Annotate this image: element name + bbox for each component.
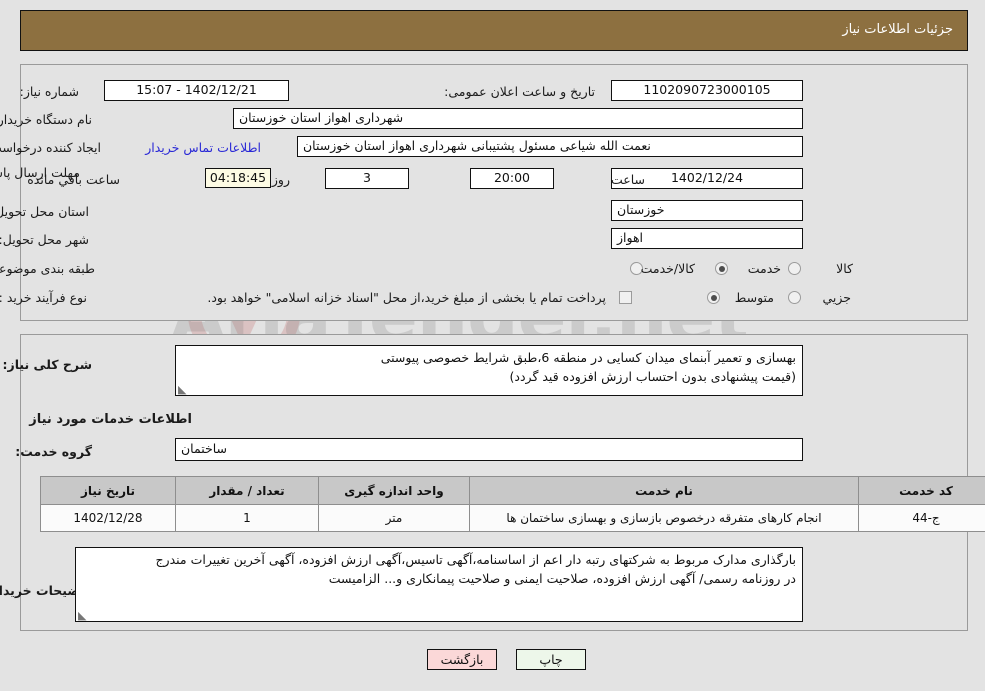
resize-grip-icon: ◢ bbox=[178, 383, 187, 396]
need-info-panel bbox=[20, 64, 968, 321]
services-table: ردیف کد خدمت نام خدمت واحد اندازه گیری ت… bbox=[40, 476, 985, 532]
col-service-code: کد خدمت bbox=[858, 476, 985, 505]
process-radio-motevaset[interactable] bbox=[707, 291, 720, 304]
announce-datetime-value[interactable]: 1402/12/21 - 15:07 bbox=[104, 80, 289, 101]
process-radio-jozee[interactable] bbox=[788, 291, 801, 304]
buyer-contact-link[interactable]: اطلاعات تماس خریدار bbox=[145, 140, 261, 155]
cell-unit: متر bbox=[318, 504, 470, 532]
cell-service-name: انجام کارهای متفرقه درخصوص بازسازی و بهس… bbox=[469, 504, 859, 532]
requester-label: ایجاد کننده درخواست: bbox=[0, 140, 101, 155]
category-label: طبقه بندی موضوعی: bbox=[0, 261, 95, 276]
cell-need-date: 1402/12/28 bbox=[40, 504, 176, 532]
announce-datetime-label: تاریخ و ساعت اعلان عمومی: bbox=[444, 84, 595, 99]
process-option-label-motevaset: متوسط bbox=[734, 290, 774, 305]
table-header-row: ردیف کد خدمت نام خدمت واحد اندازه گیری ت… bbox=[40, 476, 985, 505]
process-option-label-jozee: جزیي bbox=[822, 290, 851, 305]
services-info-heading: اطلاعات خدمات مورد نیاز bbox=[29, 412, 192, 427]
countdown-label: ساعت باقي مانده bbox=[27, 172, 120, 187]
buyer-org-value[interactable]: شهرداری اهواز استان خوزستان bbox=[233, 108, 803, 129]
days-remaining-value[interactable]: 3 bbox=[325, 168, 409, 189]
need-number-label: شماره نیاز: bbox=[19, 84, 79, 99]
treasury-checkbox[interactable] bbox=[619, 291, 632, 304]
category-option-label-kala: کالا bbox=[836, 261, 853, 276]
print-button[interactable]: چاپ bbox=[516, 649, 586, 670]
requester-value[interactable]: نعمت الله شیاعی مسئول پشتیبانی شهرداری ا… bbox=[297, 136, 803, 157]
process-label: نوع فرآیند خرید : bbox=[0, 290, 87, 305]
deadline-hour-label: ساعت bbox=[610, 172, 645, 187]
page-title-bar: جزئیات اطلاعات نیاز bbox=[20, 10, 968, 51]
city-label: شهر محل تحویل: bbox=[0, 232, 89, 247]
cell-service-code: ج-44 bbox=[858, 504, 985, 532]
province-label: استان محل تحویل: bbox=[0, 204, 89, 219]
need-number-value[interactable]: 1102090723000105 bbox=[611, 80, 803, 101]
back-button[interactable]: بازگشت bbox=[427, 649, 497, 670]
treasury-checkbox-label: پرداخت تمام یا بخشی از مبلغ خرید،از محل … bbox=[207, 290, 606, 305]
buyer-notes-textarea[interactable]: بارگذاری مدارک مربوط به شرکتهای رتبه دار… bbox=[75, 547, 803, 622]
general-desc-line-1: بهسازی و تعمیر آبنمای میدان کسایی در منط… bbox=[380, 350, 796, 365]
general-desc-label: شرح کلی نیاز: bbox=[2, 357, 92, 372]
resize-grip-icon: ◢ bbox=[78, 609, 87, 622]
category-radio-khedmat[interactable] bbox=[715, 262, 728, 275]
col-unit: واحد اندازه گیری bbox=[318, 476, 470, 505]
category-radio-kala[interactable] bbox=[788, 262, 801, 275]
buyer-notes-line-1: بارگذاری مدارک مربوط به شرکتهای رتبه دار… bbox=[155, 552, 796, 567]
col-service-name: نام خدمت bbox=[469, 476, 859, 505]
cell-quantity: 1 bbox=[175, 504, 319, 532]
table-row[interactable]: 1 ج-44 انجام کارهای متفرقه درخصوص بازساز… bbox=[40, 504, 985, 532]
service-group-label: گروه خدمت: bbox=[15, 444, 92, 459]
page-title: جزئیات اطلاعات نیاز bbox=[842, 22, 953, 37]
page-root: AriaTender.net جزئیات اطلاعات نیاز شماره… bbox=[0, 0, 985, 691]
col-need-date: تاریخ نیاز bbox=[40, 476, 176, 505]
general-desc-line-2: (قیمت پیشنهادی بدون احتساب ارزش افزوده ق… bbox=[509, 368, 796, 384]
deadline-time-value[interactable]: 20:00 bbox=[470, 168, 554, 189]
countdown-timer: 04:18:45 bbox=[205, 168, 271, 188]
category-option-label-khedmat: خدمت bbox=[747, 261, 781, 276]
general-desc-textarea[interactable]: بهسازی و تعمیر آبنمای میدان کسایی در منط… bbox=[175, 345, 803, 396]
service-group-value[interactable]: ساختمان bbox=[175, 438, 803, 461]
province-value[interactable]: خوزستان bbox=[611, 200, 803, 221]
col-quantity: تعداد / مقدار bbox=[175, 476, 319, 505]
buyer-org-label: نام دستگاه خریدار: bbox=[0, 112, 92, 127]
buyer-notes-line-2: در روزنامه رسمی/ آگهی ارزش افزوده، صلاحی… bbox=[328, 570, 796, 586]
city-value[interactable]: اهواز bbox=[611, 228, 803, 249]
category-option-label-kala-khedmat: کالا/خدمت bbox=[640, 261, 695, 276]
